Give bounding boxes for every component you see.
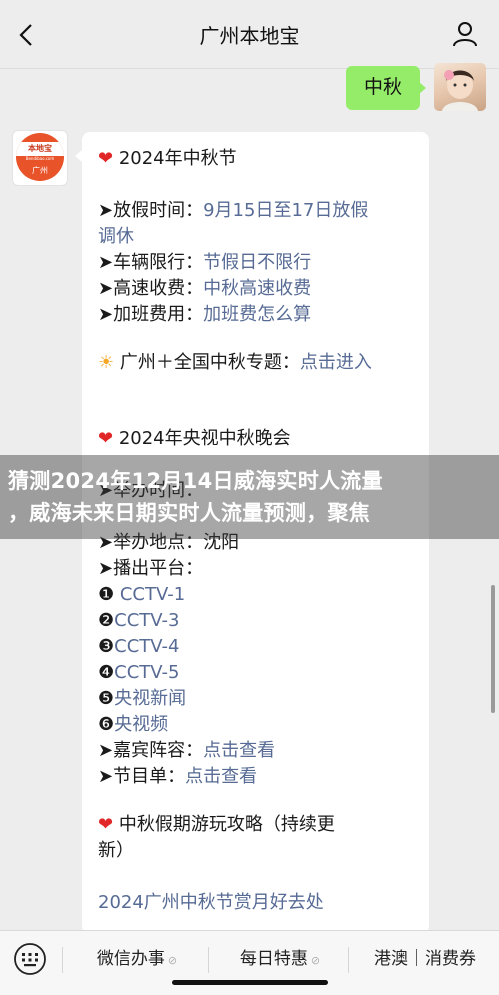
platform-item: ❸CCTV-4 [98, 634, 418, 660]
guests-link[interactable]: 点击查看 [203, 740, 275, 761]
platform-item: ❶ CCTV-1 [98, 582, 418, 608]
holiday-time-row-cont: 调休 [98, 224, 418, 250]
section-title-text: 中秋假期游玩攻略（持续更 [118, 814, 335, 835]
menu-divider [348, 947, 349, 973]
guests-label: ➤嘉宾阵容： [98, 740, 204, 761]
link-icon: ⊘ [167, 954, 178, 967]
overtime-row: ➤加班费用：加班费怎么算 [98, 302, 418, 328]
traffic-row: ➤车辆限行：节假日不限行 [98, 250, 418, 276]
holiday-link[interactable]: 9月15日至17日放假 [203, 200, 368, 221]
keyboard-icon[interactable] [12, 941, 48, 977]
platform-label: ➤播出平台： [98, 558, 204, 579]
sun-icon: ☀ [98, 352, 115, 373]
page-title: 广州本地宝 [199, 24, 300, 48]
program-row: ➤节目单：点击查看 [98, 764, 418, 790]
menu-item-wechat-services[interactable]: 微信办事 ⊘ [66, 931, 208, 995]
section-title-text-cont: 新） [98, 840, 134, 861]
person-icon[interactable] [451, 20, 479, 48]
bot-avatar[interactable]: 本地宝 Bendibao.com 广州 [12, 130, 68, 186]
travel-link-row: 2024广州中秋节赏月好去处 [98, 890, 418, 916]
toll-link[interactable]: 中秋高速收费 [203, 278, 311, 299]
menu-item-label: 每日特惠 [239, 949, 308, 969]
traffic-label: ➤车辆限行： [98, 252, 204, 273]
platform-link[interactable]: CCTV-1 [120, 584, 185, 605]
program-link[interactable]: 点击查看 [185, 766, 257, 787]
section-title-text: 2024年央视中秋晚会 [118, 428, 291, 449]
platform-item: ❺央视新闻 [98, 686, 418, 712]
program-label: ➤节目单： [98, 766, 186, 787]
section-title-text: 2024年中秋节 [118, 148, 237, 169]
section-title-festival: ❤ 2024年中秋节 [98, 146, 418, 172]
bendibao-logo: 本地宝 Bendibao.com 广州 [16, 133, 64, 181]
heart-icon: ❤ [98, 814, 114, 835]
overtime-label: ➤加班费用： [98, 304, 204, 325]
user-message-bubble: 中秋 [346, 66, 420, 110]
platform-link[interactable]: CCTV-4 [114, 636, 179, 657]
menu-item-coupons[interactable]: 港澳｜消费券 [352, 931, 498, 995]
platform-item: ❻央视频 [98, 712, 418, 738]
home-indicator[interactable] [172, 980, 328, 985]
section-title-travel-cont: 新） [98, 838, 418, 864]
nav-header: 广州本地宝 [0, 0, 499, 69]
traffic-link[interactable]: 节假日不限行 [203, 252, 311, 273]
link-icon: ⊘ [310, 954, 321, 967]
platform-link[interactable]: 央视新闻 [114, 688, 186, 709]
section-title-gala: ❤ 2024年央视中秋晚会 [98, 426, 418, 452]
topic-label: 广州＋全国中秋专题： [119, 352, 300, 373]
menu-divider [62, 947, 63, 973]
menu-divider [208, 947, 209, 973]
heart-icon: ❤ [98, 148, 114, 169]
headline-text: 猜测2024年12月14日威海实时人流量 ，威海未来日期实时人流量预测，聚焦 [8, 465, 494, 529]
overtime-link[interactable]: 加班费怎么算 [203, 304, 311, 325]
menu-item-label: 微信办事 [96, 949, 165, 969]
headline-line-1: 猜测2024年12月14日威海实时人流量 [8, 469, 383, 493]
bot-bubble-tail [75, 150, 82, 162]
toll-label: ➤高速收费： [98, 278, 204, 299]
platform-number: ❺ [98, 688, 115, 709]
travel-link[interactable]: 2024广州中秋节赏月好去处 [98, 892, 324, 913]
heart-icon: ❤ [98, 428, 114, 449]
platform-number: ❶ [98, 584, 120, 605]
scrollbar-thumb[interactable] [491, 585, 495, 713]
menu-item-label: 港澳｜消费券 [374, 949, 476, 969]
section-title-travel: ❤ 中秋假期游玩攻略（持续更 [98, 812, 418, 838]
platform-item: ❷CCTV-3 [98, 608, 418, 634]
topic-link[interactable]: 点击进入 [300, 352, 372, 373]
guests-row: ➤嘉宾阵容：点击查看 [98, 738, 418, 764]
platform-number: ❸ [98, 636, 115, 657]
platform-item: ❹CCTV-5 [98, 660, 418, 686]
platform-number: ❻ [98, 714, 115, 735]
holiday-link-cont[interactable]: 调休 [98, 226, 134, 247]
bottom-menu-bar: 微信办事 ⊘ 每日特惠 ⊘ 港澳｜消费券 [0, 930, 499, 995]
headline-overlay: 猜测2024年12月14日威海实时人流量 ，威海未来日期实时人流量预测，聚焦 [0, 455, 499, 539]
topic-row: ☀ 广州＋全国中秋专题：点击进入 [98, 350, 418, 376]
platform-number: ❹ [98, 662, 115, 683]
holiday-label: ➤放假时间： [98, 200, 204, 221]
platform-link[interactable]: CCTV-5 [114, 662, 179, 683]
platform-row: ➤播出平台： [98, 556, 418, 582]
platform-link[interactable]: 央视频 [114, 714, 168, 735]
user-avatar[interactable] [434, 63, 486, 111]
toll-row: ➤高速收费：中秋高速收费 [98, 276, 418, 302]
headline-line-2: ，威海未来日期实时人流量预测，聚焦 [8, 501, 371, 525]
logo-brand-text: 本地宝 [16, 142, 64, 156]
user-bubble-tail [419, 82, 426, 94]
avatar-photo-icon [442, 70, 478, 111]
logo-subtext: Bendibao.com [25, 156, 55, 161]
menu-item-daily-deals[interactable]: 每日特惠 ⊘ [212, 931, 348, 995]
holiday-time-row: ➤放假时间：9月15日至17日放假 [98, 198, 418, 224]
platform-number: ❷ [98, 610, 115, 631]
platform-link[interactable]: CCTV-3 [114, 610, 179, 631]
logo-city-text: 广州 [32, 166, 48, 175]
